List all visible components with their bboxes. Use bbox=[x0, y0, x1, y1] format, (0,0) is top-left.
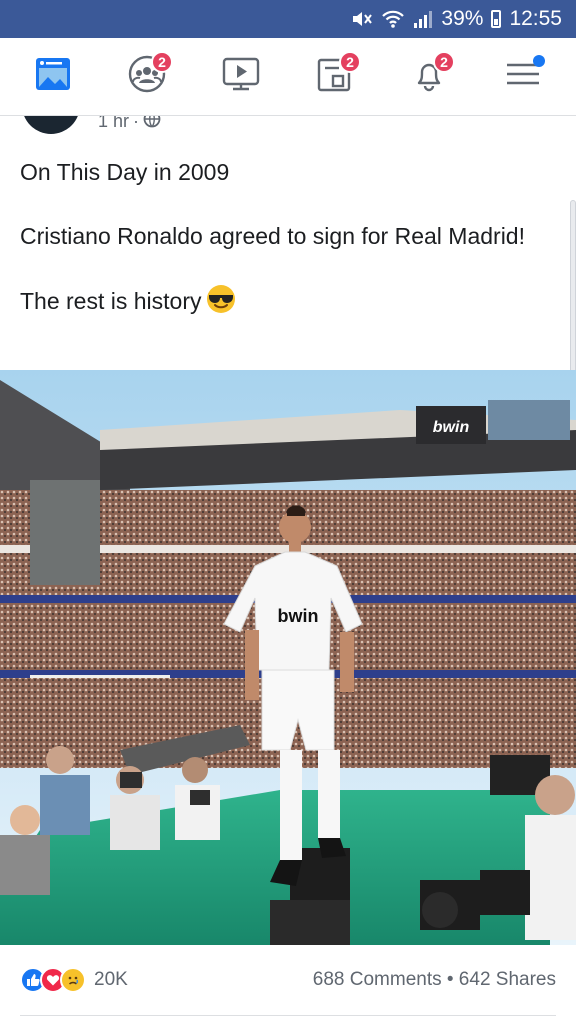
friends-badge: 2 bbox=[151, 50, 173, 73]
post-text-line-3-text: The rest is history bbox=[20, 288, 202, 315]
nav-watch[interactable] bbox=[211, 47, 271, 107]
nav-friends[interactable]: 2 bbox=[117, 47, 177, 107]
sunglasses-emoji-icon bbox=[206, 284, 236, 322]
comments-shares-count[interactable]: 688 Comments • 642 Shares bbox=[313, 969, 556, 991]
post-photo[interactable]: bwin bwin bbox=[0, 370, 576, 945]
news-feed-icon bbox=[34, 55, 72, 98]
mute-icon bbox=[351, 9, 373, 29]
nav-menu[interactable] bbox=[493, 47, 553, 107]
reaction-summary[interactable]: 20K bbox=[20, 967, 128, 993]
reaction-count: 20K bbox=[94, 969, 128, 990]
battery-icon bbox=[491, 10, 502, 28]
clock: 12:55 bbox=[509, 7, 562, 30]
wifi-icon bbox=[381, 9, 405, 29]
notifications-badge: 2 bbox=[433, 50, 455, 73]
post-text-line-2: Cristiano Ronaldo agreed to sign for Rea… bbox=[20, 223, 525, 249]
stadium-photo: bwin bwin bbox=[0, 370, 576, 945]
post-time-text: 1 hr bbox=[98, 116, 130, 131]
reactions-row: 20K 688 Comments • 642 Shares bbox=[0, 952, 576, 1008]
post-header: 1 hr · bbox=[0, 116, 576, 134]
battery-percent: 39% bbox=[441, 7, 484, 30]
avatar[interactable] bbox=[22, 116, 80, 134]
post-timestamp[interactable]: 1 hr · bbox=[98, 116, 161, 133]
nav-notifications[interactable]: 2 bbox=[399, 47, 459, 107]
nav-pages[interactable]: 2 bbox=[305, 47, 365, 107]
nav-news-feed[interactable] bbox=[23, 47, 83, 107]
globe-icon bbox=[143, 116, 161, 133]
signal-icon bbox=[413, 9, 433, 29]
pages-badge: 2 bbox=[339, 50, 361, 73]
menu-notification-dot bbox=[533, 54, 545, 67]
watch-icon bbox=[221, 54, 261, 99]
bwin-board-text: bwin bbox=[433, 419, 470, 436]
status-bar: 39% 12:55 bbox=[0, 0, 576, 38]
sad-icon bbox=[60, 967, 86, 993]
post-text: On This Day in 2009 Cristiano Ronaldo ag… bbox=[20, 156, 560, 322]
divider bbox=[20, 1015, 556, 1016]
shirt-sponsor-text: bwin bbox=[278, 606, 319, 626]
top-navigation: 2 2 2 bbox=[0, 38, 576, 116]
post-text-line-1: On This Day in 2009 bbox=[20, 159, 230, 185]
post-text-line-3: The rest is history bbox=[20, 284, 560, 322]
scrollbar[interactable] bbox=[570, 200, 576, 390]
